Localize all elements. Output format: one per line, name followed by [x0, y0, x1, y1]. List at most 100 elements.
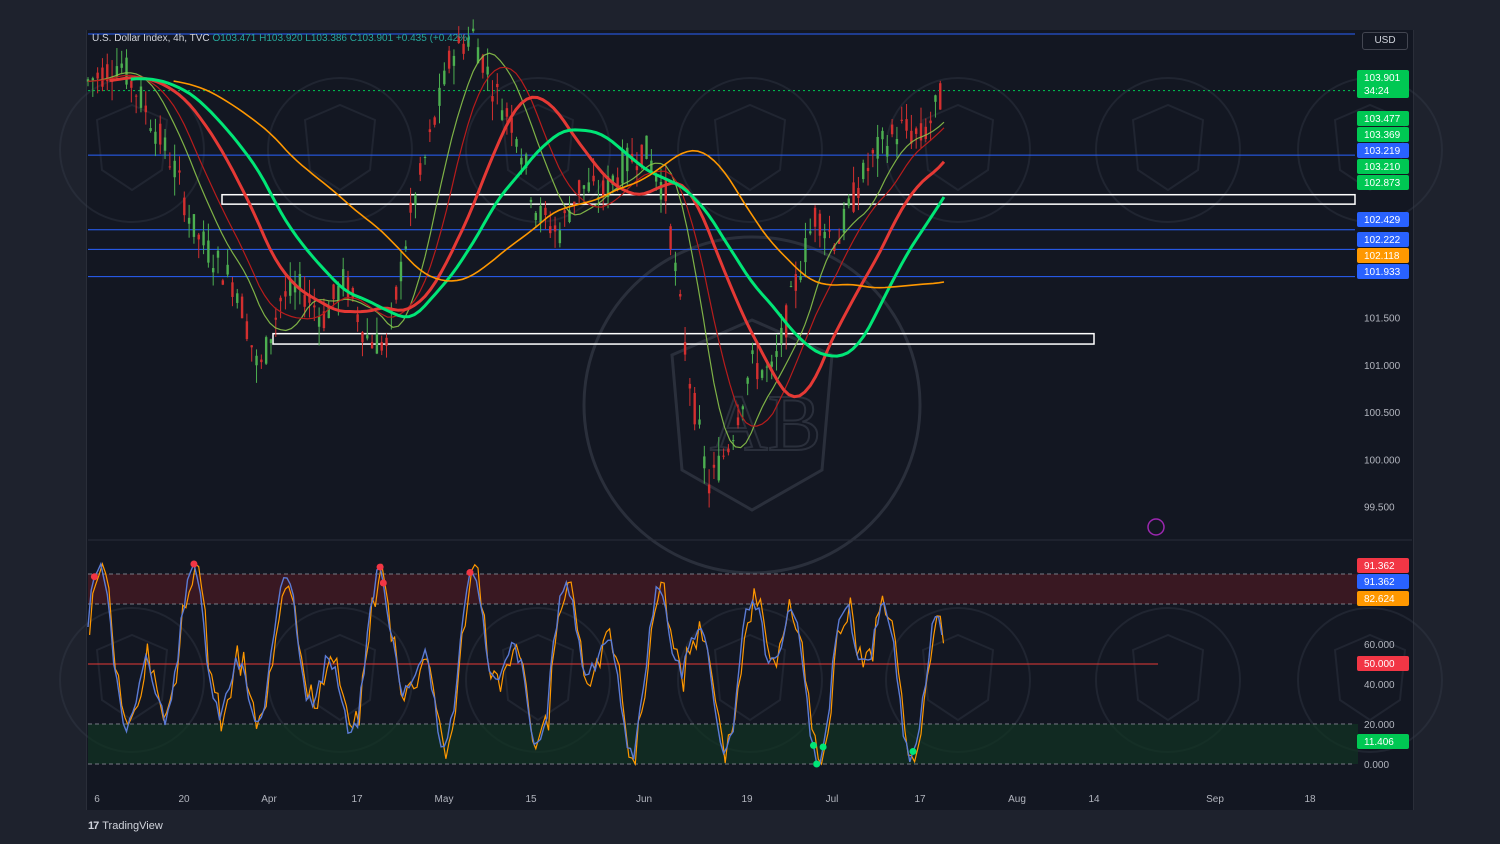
- osc-y-tick-label: 60.000: [1364, 640, 1395, 651]
- stochastic-pane[interactable]: [87, 560, 1358, 768]
- candle-body: [866, 167, 870, 172]
- candle-body: [240, 296, 244, 319]
- x-tick-label: 17: [914, 794, 926, 805]
- candle-body: [698, 419, 701, 425]
- x-tick-label: 17: [351, 794, 363, 805]
- x-tick-label: Sep: [1206, 794, 1224, 805]
- candle-body: [640, 144, 643, 167]
- candle-body: [120, 63, 123, 68]
- candle-body: [313, 305, 316, 308]
- tradingview-logo[interactable]: 17 TradingView: [88, 820, 163, 832]
- candle-body: [934, 95, 937, 102]
- candle-body: [804, 238, 807, 263]
- osc-tag-label: 91.362: [1364, 577, 1395, 588]
- watermark-seal: [1095, 77, 1241, 223]
- candle-body: [346, 277, 350, 299]
- currency-button[interactable]: USD: [1362, 32, 1408, 50]
- candle-body: [924, 126, 928, 139]
- candle-body: [890, 124, 894, 135]
- candle-body: [134, 95, 138, 97]
- candle-body: [842, 208, 846, 233]
- watermark-shield: [1131, 633, 1205, 722]
- candle-body: [187, 217, 191, 224]
- candle-body: [404, 246, 407, 249]
- osc-y-tick-label: 0.000: [1364, 760, 1389, 771]
- y-tick-label: 100.000: [1364, 455, 1401, 466]
- osc-y-tick-label: 20.000: [1364, 720, 1395, 731]
- candle-body: [587, 182, 590, 192]
- candle-body: [688, 383, 692, 389]
- candle-body: [211, 268, 215, 273]
- watermark-shield: [713, 633, 787, 722]
- candle-body: [857, 187, 860, 198]
- tv-logo-icon: 17: [88, 820, 99, 832]
- candle-body: [780, 327, 783, 344]
- candle-body: [163, 137, 167, 151]
- x-tick-label: 14: [1088, 794, 1100, 805]
- candle-body: [279, 297, 282, 302]
- x-tick-label: 20: [178, 794, 190, 805]
- symbol-legend[interactable]: U.S. Dollar Index, 4h, TVC O103.471 H103…: [92, 33, 470, 44]
- candle-body: [197, 234, 200, 240]
- candle-body: [886, 145, 889, 157]
- osc-tag-label: 82.624: [1364, 594, 1395, 605]
- candle-body: [659, 181, 663, 200]
- signal-dot: [376, 563, 384, 571]
- candle-body: [399, 261, 403, 282]
- candle-body: [125, 57, 128, 85]
- candle-body: [317, 316, 321, 327]
- candle-body: [900, 119, 903, 121]
- candle-body: [818, 213, 822, 236]
- candle-body: [409, 202, 412, 213]
- candle-body: [712, 464, 716, 468]
- watermark-shield: [921, 633, 995, 722]
- candle-body: [914, 128, 918, 134]
- candle-body: [332, 284, 335, 300]
- candle-body: [895, 139, 899, 145]
- candle-body: [491, 96, 494, 102]
- chart-canvas[interactable]: AB 104.000102.500101.500101.000100.50010…: [0, 0, 1500, 844]
- candle-body: [577, 180, 581, 194]
- candle-body: [563, 210, 566, 214]
- candle-body: [809, 231, 812, 234]
- candle-body: [303, 294, 306, 307]
- price-tag-label: 102.222: [1364, 235, 1401, 246]
- candle-body: [751, 350, 754, 355]
- candle-body: [423, 157, 427, 159]
- candle-body: [813, 207, 817, 227]
- candle-body: [736, 417, 740, 426]
- candle-body: [862, 162, 865, 180]
- candle-body: [202, 231, 205, 246]
- ema-fast-line: [130, 77, 946, 358]
- candle-body: [703, 456, 706, 469]
- candle-body: [871, 149, 875, 154]
- candle-body: [337, 285, 340, 302]
- candle-body: [679, 294, 682, 297]
- candle-body: [529, 199, 533, 202]
- x-tick-label: 15: [525, 794, 537, 805]
- candle-body: [221, 280, 225, 285]
- x-tick-label: 6: [94, 794, 100, 805]
- candle-body: [799, 276, 802, 280]
- watermark-logos: AB: [59, 77, 1443, 753]
- candle-body: [144, 105, 147, 113]
- candle-body: [794, 274, 798, 291]
- candle-body: [852, 182, 855, 212]
- symbol-name[interactable]: U.S. Dollar Index, 4h, TVC: [92, 33, 210, 44]
- candle-body: [269, 339, 273, 344]
- candle-body: [717, 455, 720, 481]
- price-tag-label: 102.118: [1364, 251, 1400, 262]
- price-tag-label: 103.219: [1364, 146, 1401, 157]
- candle-body: [746, 377, 749, 384]
- candle-body: [775, 351, 778, 357]
- candle-body: [419, 163, 422, 175]
- y-tick-label: 99.500: [1364, 503, 1395, 514]
- candle-body: [366, 335, 369, 339]
- candle-body: [96, 72, 99, 79]
- candle-body: [828, 230, 831, 232]
- candle-body: [847, 198, 850, 206]
- candle-body: [823, 231, 826, 239]
- candle-body: [520, 157, 523, 165]
- candle-body: [380, 342, 383, 351]
- candle-body: [250, 345, 253, 348]
